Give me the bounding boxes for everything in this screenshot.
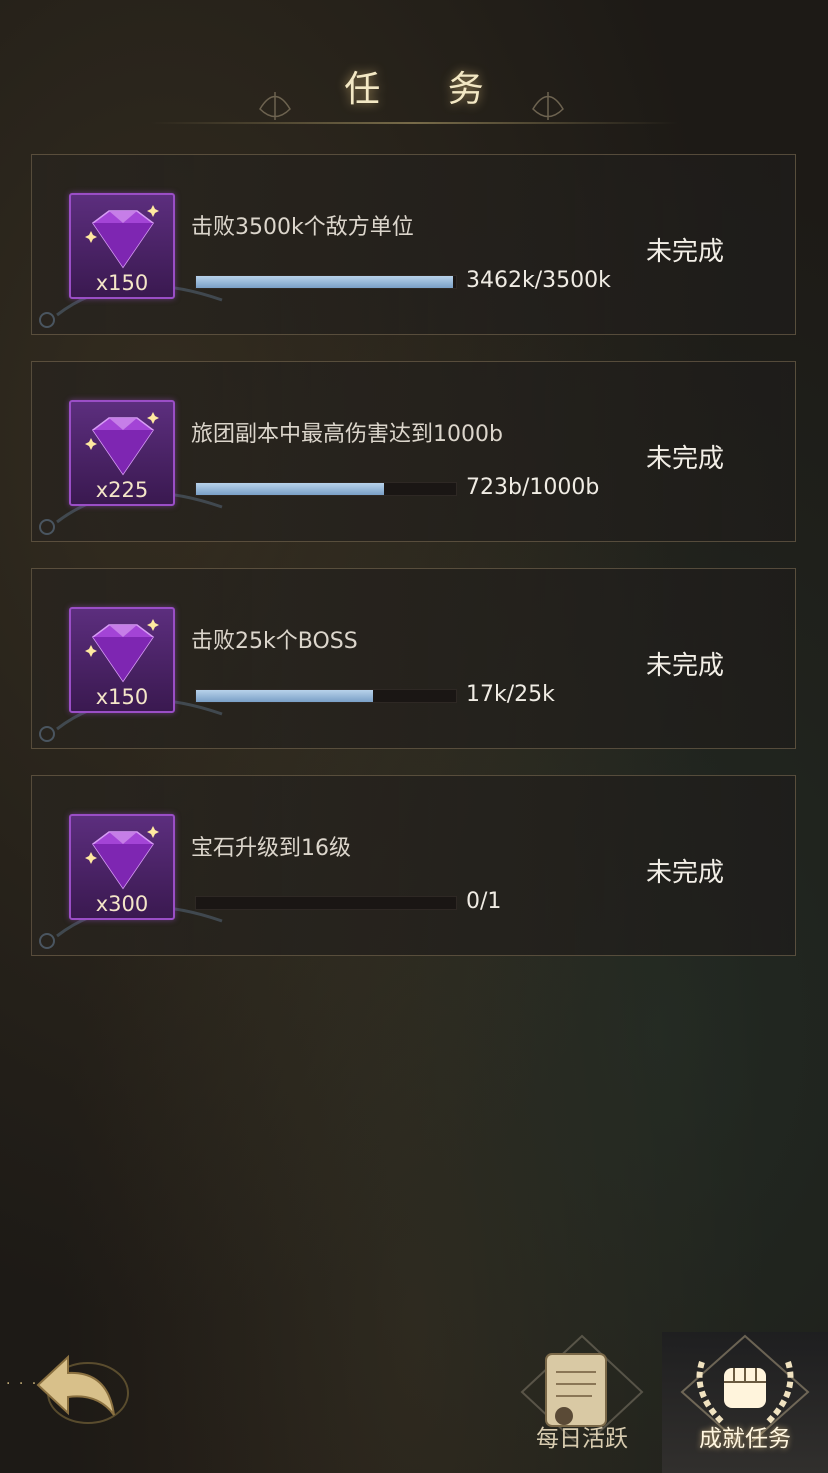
tab-label: 成就任务 — [699, 1426, 791, 1452]
task-card[interactable]: x300 宝石升级到16级 0/1 未完成 — [31, 775, 796, 956]
purple-gem-icon — [85, 205, 159, 269]
task-description: 宝石升级到16级 — [191, 836, 351, 861]
reward-quantity: x150 — [95, 271, 149, 295]
task-card[interactable]: x150 击败3500k个敌方单位 3462k/3500k 未完成 — [31, 154, 796, 335]
progress-text: 3462k/3500k — [466, 268, 611, 293]
progress-bar-fill — [196, 276, 454, 288]
task-description: 旅团副本中最高伤害达到1000b — [191, 422, 503, 447]
reward-icon-box[interactable]: x150 — [69, 607, 175, 713]
purple-gem-icon — [85, 826, 159, 890]
tab-achievement[interactable]: 成就任务 — [662, 1332, 828, 1473]
reward-quantity: x150 — [95, 685, 149, 709]
task-status: 未完成 — [646, 237, 725, 267]
progress-text: 723b/1000b — [466, 475, 600, 500]
task-status: 未完成 — [646, 858, 725, 888]
progress-bar-fill — [196, 690, 373, 702]
page-title: 任 务 — [344, 69, 512, 110]
celtic-knot-icon — [532, 92, 564, 120]
task-card[interactable]: x150 击败25k个BOSS 17k/25k 未完成 — [31, 568, 796, 749]
header-divider — [150, 122, 678, 124]
progress-bar-fill — [196, 483, 384, 495]
task-status: 未完成 — [646, 651, 725, 681]
tab-label: 每日活跃 — [536, 1426, 628, 1452]
progress-bar — [195, 275, 457, 289]
progress-bar — [195, 896, 457, 910]
progress-text: 17k/25k — [466, 682, 555, 707]
task-status: 未完成 — [646, 444, 725, 474]
task-description: 击败3500k个敌方单位 — [191, 215, 414, 240]
task-card[interactable]: x225 旅团副本中最高伤害达到1000b 723b/1000b 未完成 — [31, 361, 796, 542]
header: 任 务 — [0, 0, 828, 130]
progress-bar — [195, 689, 457, 703]
reward-icon-box[interactable]: x150 — [69, 193, 175, 299]
reward-quantity: x300 — [95, 892, 149, 916]
back-arrow-icon[interactable] — [28, 1345, 138, 1435]
reward-quantity: x225 — [95, 478, 149, 502]
progress-text: 0/1 — [466, 889, 502, 914]
purple-gem-icon — [85, 619, 159, 683]
tab-daily-activity[interactable]: 每日活跃 — [512, 1332, 652, 1473]
reward-icon-box[interactable]: x225 — [69, 400, 175, 506]
reward-icon-box[interactable]: x300 — [69, 814, 175, 920]
purple-gem-icon — [85, 412, 159, 476]
progress-bar — [195, 482, 457, 496]
task-description: 击败25k个BOSS — [191, 629, 358, 654]
